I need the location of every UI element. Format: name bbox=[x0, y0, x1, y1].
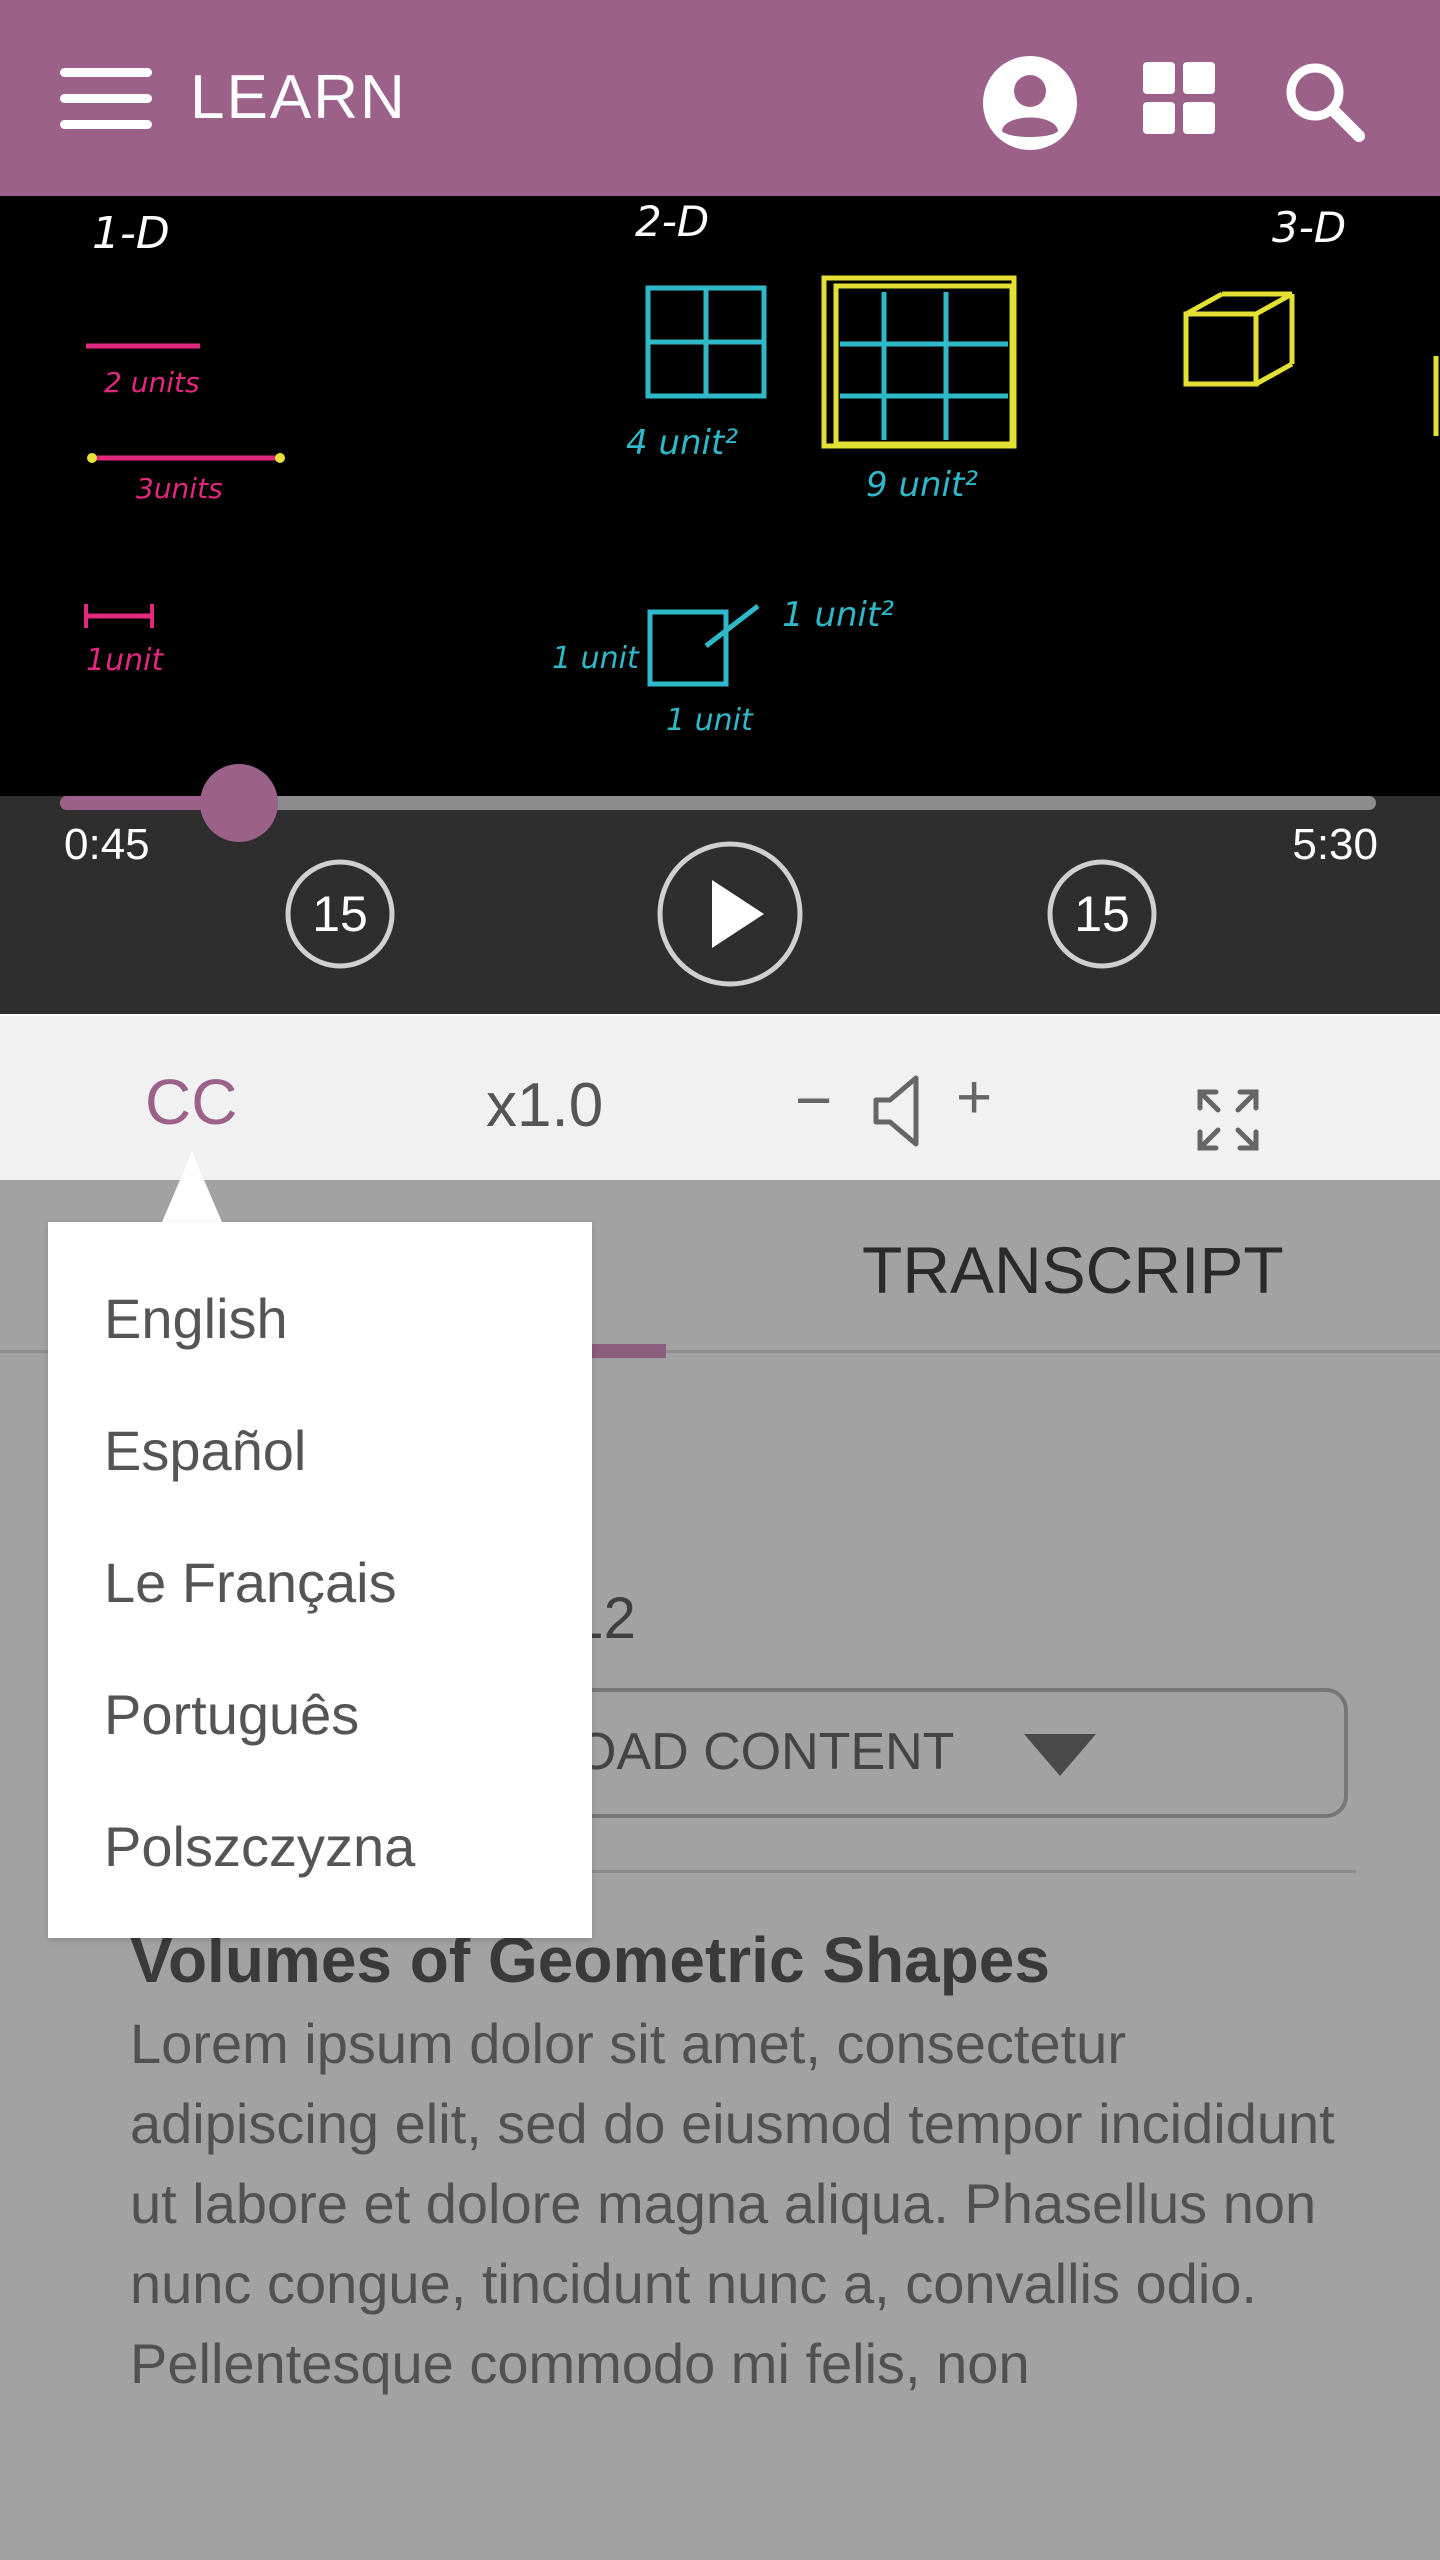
closed-captions-button[interactable]: CC bbox=[145, 1066, 237, 1138]
caption-option-francais[interactable]: Le Français bbox=[104, 1548, 397, 1618]
play-button[interactable] bbox=[656, 840, 804, 988]
profile-icon[interactable] bbox=[982, 55, 1078, 151]
label-1-unit-sq: 1 unit² bbox=[782, 595, 894, 635]
tab-transcript[interactable]: TRANSCRIPT bbox=[862, 1230, 1284, 1310]
video-player[interactable]: 1-D 2-D 3-D 2 units 3units 1unit 4 unit² bbox=[0, 196, 1440, 796]
label-9-units-sq: 9 unit² bbox=[866, 465, 978, 505]
skip-back-button[interactable]: 15 bbox=[284, 858, 396, 970]
skip-back-seconds: 15 bbox=[312, 886, 368, 942]
progress-scrubber[interactable] bbox=[199, 764, 278, 842]
play-icon bbox=[712, 880, 764, 948]
progress-bar[interactable] bbox=[60, 764, 1376, 842]
label-1-unit: 1unit bbox=[86, 643, 164, 678]
skip-forward-button[interactable]: 15 bbox=[1046, 858, 1158, 970]
label-4-units-sq: 4 unit² bbox=[626, 423, 738, 463]
captions-menu-caret bbox=[162, 1152, 222, 1222]
fullscreen-icon[interactable] bbox=[1196, 1088, 1260, 1152]
search-icon[interactable] bbox=[1283, 60, 1365, 142]
caption-option-portugues[interactable]: Português bbox=[104, 1680, 359, 1750]
label-3d: 3-D bbox=[1272, 203, 1346, 252]
speaker-icon bbox=[873, 1075, 919, 1147]
app-header: LEARN bbox=[0, 0, 1440, 196]
apps-grid-icon[interactable] bbox=[1143, 62, 1215, 134]
video-controls: 0:45 5:30 15 15 bbox=[0, 764, 1440, 1014]
label-1d: 1-D bbox=[92, 208, 170, 259]
download-content-label: OAD CONTENT bbox=[576, 1723, 955, 1781]
caption-option-english[interactable]: English bbox=[104, 1284, 288, 1354]
caption-option-espanol[interactable]: Español bbox=[104, 1416, 306, 1486]
caption-option-polszczyzna[interactable]: Polszczyzna bbox=[104, 1812, 415, 1882]
lesson-description: Lorem ipsum dolor sit amet, consectetur … bbox=[130, 2012, 1335, 2395]
label-unit-bottom: 1 unit bbox=[666, 703, 754, 738]
skip-forward-seconds: 15 bbox=[1074, 886, 1130, 942]
menu-icon[interactable] bbox=[60, 68, 152, 130]
playback-speed-button[interactable]: x1.0 bbox=[486, 1070, 603, 1142]
volume-up-button[interactable]: + bbox=[956, 1062, 992, 1134]
label-3-units: 3units bbox=[136, 472, 223, 505]
dropdown-arrow-icon bbox=[1024, 1734, 1096, 1776]
volume-down-button[interactable]: − bbox=[795, 1064, 832, 1136]
label-2-units: 2 units bbox=[104, 366, 200, 399]
label-unit-left: 1 unit bbox=[552, 641, 640, 676]
total-time: 5:30 bbox=[1292, 820, 1378, 869]
label-2d: 2-D bbox=[635, 197, 709, 246]
captions-language-menu: English Español Le Français Português Po… bbox=[48, 1222, 592, 1938]
app-brand[interactable]: LEARN bbox=[190, 62, 407, 134]
current-time: 0:45 bbox=[64, 820, 150, 869]
video-frame-blackboard: 1-D 2-D 3-D 2 units 3units 1unit 4 unit² bbox=[84, 197, 1439, 738]
